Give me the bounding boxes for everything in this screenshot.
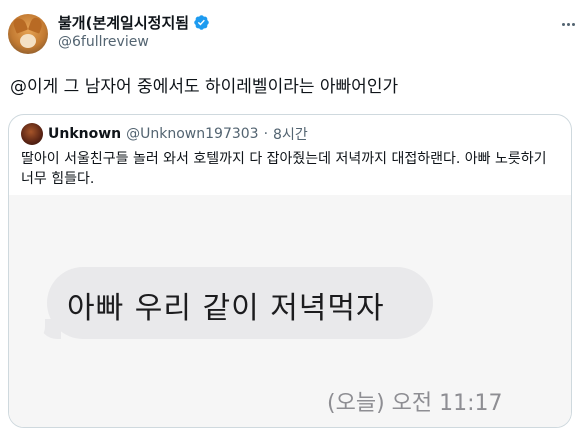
avatar-muzzle xyxy=(20,34,36,48)
author-name-row: 불개(본계일시정지됨 xyxy=(58,12,210,32)
author-avatar[interactable] xyxy=(8,14,48,54)
more-dot xyxy=(566,22,570,26)
quoted-photo[interactable]: 아빠 우리 같이 저녁먹자 (오늘) 오전 11:17 xyxy=(9,195,571,427)
more-dot xyxy=(571,22,575,26)
message-bubble-tail-mask xyxy=(31,315,45,341)
more-dot xyxy=(561,22,565,26)
tweet-text: @이게 그 남자어 중에서도 하이레벨이라는 아빠어인가 xyxy=(10,77,399,97)
quoted-time[interactable]: 8시간 xyxy=(273,124,308,144)
quoted-tweet-header: Unknown @Unknown197303 · 8시간 xyxy=(21,123,308,145)
quoted-author-avatar[interactable] xyxy=(21,123,43,145)
author-handle[interactable]: @6fullreview xyxy=(58,34,210,50)
quoted-tweet[interactable]: Unknown @Unknown197303 · 8시간 딸아이 서울친구들 놀… xyxy=(8,114,572,428)
quoted-separator: · xyxy=(263,126,269,142)
quoted-author-name[interactable]: Unknown xyxy=(48,126,121,142)
author-display-name[interactable]: 불개(본계일시정지됨 xyxy=(58,12,189,33)
avatar-ear-left xyxy=(11,16,29,34)
verified-badge-icon xyxy=(193,14,210,31)
tweet: 불개(본계일시정지됨 @6fullreview @이게 그 남자어 중에서도 하… xyxy=(0,0,588,432)
message-bubble-text: 아빠 우리 같이 저녁먹자 xyxy=(67,291,385,326)
avatar-ear-right xyxy=(27,16,45,34)
quoted-tweet-text: 딸아이 서울친구들 놀러 와서 호텔까지 다 잡아줬는데 저녁까지 대접하랜다.… xyxy=(21,151,547,187)
author-block: 불개(본계일시정지됨 @6fullreview xyxy=(58,12,210,50)
quoted-author-handle[interactable]: @Unknown197303 xyxy=(126,126,258,142)
more-options-icon[interactable] xyxy=(558,14,578,34)
message-timestamp: (오늘) 오전 11:17 xyxy=(327,391,503,416)
